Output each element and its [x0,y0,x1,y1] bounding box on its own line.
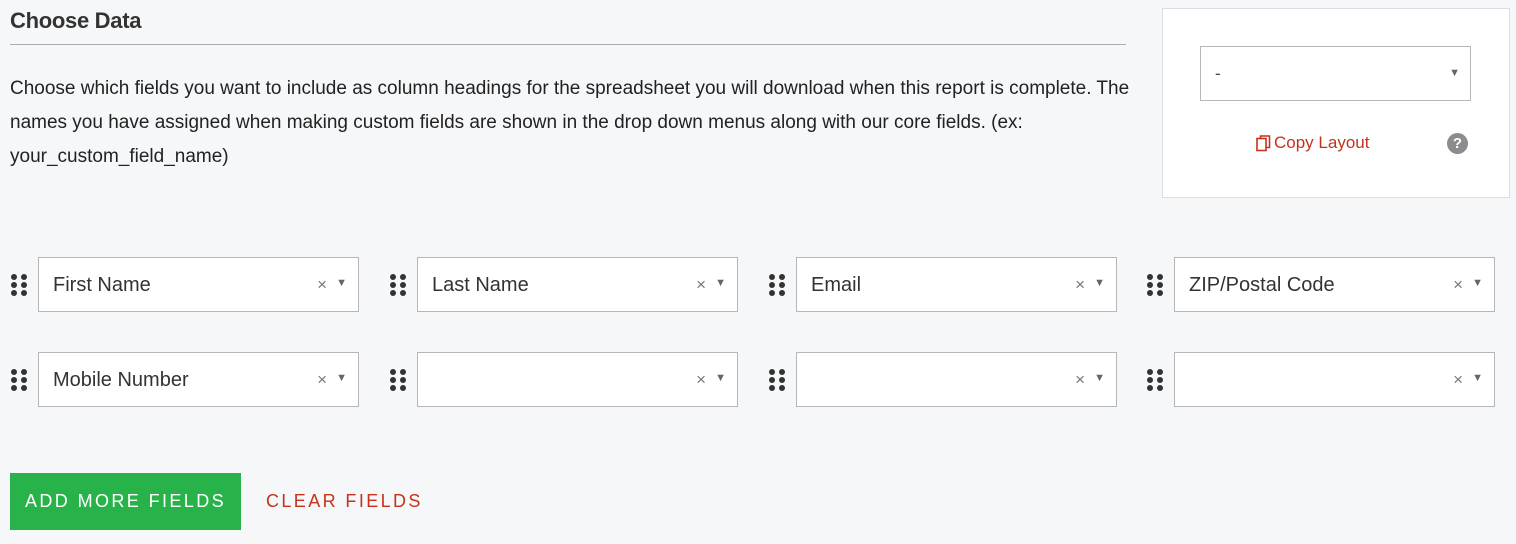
field-select-value: ZIP/Postal Code [1189,274,1335,296]
field-cell: × ▼ [389,352,749,408]
chevron-down-icon: ▼ [1094,277,1105,289]
chevron-down-icon: ▼ [1472,277,1483,289]
field-select-value: Mobile Number [53,369,189,391]
clear-icon[interactable]: × [696,370,706,390]
field-select[interactable]: Mobile Number × ▼ [38,352,359,407]
layout-panel: - ▼ Copy Layout ? [1162,8,1510,198]
drag-handle-icon[interactable] [1146,368,1164,392]
clear-fields-button[interactable]: CLEAR FIELDS [266,491,423,512]
field-select-value: First Name [53,274,151,296]
drag-handle-icon[interactable] [10,368,28,392]
chevron-down-icon: ▼ [1472,372,1483,384]
clear-icon[interactable]: × [1075,275,1085,295]
section-description: Choose which fields you want to include … [10,78,1130,167]
field-cell: First Name × ▼ [10,257,370,313]
drag-handle-icon[interactable] [10,273,28,297]
field-row-2: Mobile Number × ▼ × ▼ × ▼ × ▼ [0,352,1516,408]
chevron-down-icon: ▼ [336,277,347,289]
clear-icon[interactable]: × [1075,370,1085,390]
clear-icon[interactable]: × [317,370,327,390]
clear-icon[interactable]: × [1453,370,1463,390]
field-cell: ZIP/Postal Code × ▼ [1146,257,1506,313]
clear-icon[interactable]: × [1453,275,1463,295]
chevron-down-icon: ▼ [336,372,347,384]
drag-handle-icon[interactable] [389,273,407,297]
field-select[interactable]: × ▼ [417,352,738,407]
field-select[interactable]: Email × ▼ [796,257,1117,312]
field-select[interactable]: ZIP/Postal Code × ▼ [1174,257,1495,312]
chevron-down-icon: ▼ [1094,372,1105,384]
choose-data-page: Choose Data Choose which fields you want… [0,0,1516,544]
field-cell: × ▼ [768,352,1128,408]
field-select[interactable]: × ▼ [796,352,1117,407]
chevron-down-icon: ▼ [715,372,726,384]
title-divider [10,44,1126,45]
field-cell: × ▼ [1146,352,1506,408]
copy-layout-link[interactable]: Copy Layout [1256,133,1369,153]
layout-select-value: - [1215,64,1221,83]
clear-icon[interactable]: × [317,275,327,295]
copy-icon [1256,134,1271,151]
help-icon[interactable]: ? [1447,133,1468,154]
section-title: Choose Data [10,8,142,33]
field-select[interactable]: First Name × ▼ [38,257,359,312]
drag-handle-icon[interactable] [1146,273,1164,297]
chevron-down-icon: ▼ [1449,67,1460,79]
field-cell: Mobile Number × ▼ [10,352,370,408]
drag-handle-icon[interactable] [389,368,407,392]
field-cell: Email × ▼ [768,257,1128,313]
field-select-value: Email [811,274,862,296]
field-select-value: Last Name [432,274,529,296]
layout-select[interactable]: - ▼ [1200,46,1471,101]
field-select[interactable]: Last Name × ▼ [417,257,738,312]
copy-layout-label: Copy Layout [1274,133,1370,152]
clear-icon[interactable]: × [696,275,706,295]
field-cell: Last Name × ▼ [389,257,749,313]
drag-handle-icon[interactable] [768,273,786,297]
drag-handle-icon[interactable] [768,368,786,392]
field-select[interactable]: × ▼ [1174,352,1495,407]
field-row-1: First Name × ▼ Last Name × ▼ Email × ▼ Z… [0,257,1516,313]
add-more-fields-button[interactable]: ADD MORE FIELDS [10,473,241,530]
chevron-down-icon: ▼ [715,277,726,289]
